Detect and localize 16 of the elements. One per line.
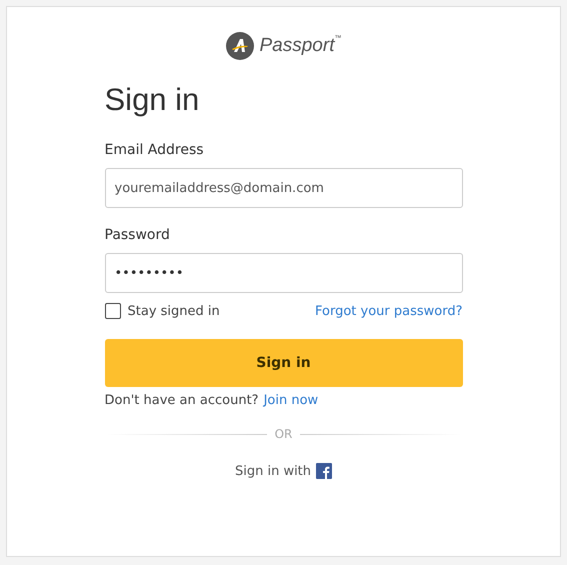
field-label: Email Address (104, 142, 205, 158)
facebook-icon[interactable] (316, 463, 332, 479)
page-title: Sign in (104, 82, 200, 118)
field-label: Password (104, 227, 171, 243)
email-field[interactable]: youremailaddress@domain.com (104, 168, 462, 208)
forgot-password-link[interactable]: Forgot your password? (314, 304, 462, 318)
sign-in-button[interactable]: Sign in (104, 339, 462, 387)
signup-prompt: Don't have an account? (104, 393, 259, 408)
join-now-link[interactable]: Join now (264, 393, 318, 408)
password-field[interactable]: ••••••••• (104, 253, 462, 293)
checkbox[interactable] (104, 303, 120, 319)
checkbox-label: Stay signed in (128, 304, 220, 318)
social-sign-in-text: Sign in with (234, 464, 312, 478)
divider-text: OR (274, 427, 292, 441)
logo-icon (226, 32, 254, 60)
logo-text: Passport$^{™}$ (260, 35, 342, 57)
